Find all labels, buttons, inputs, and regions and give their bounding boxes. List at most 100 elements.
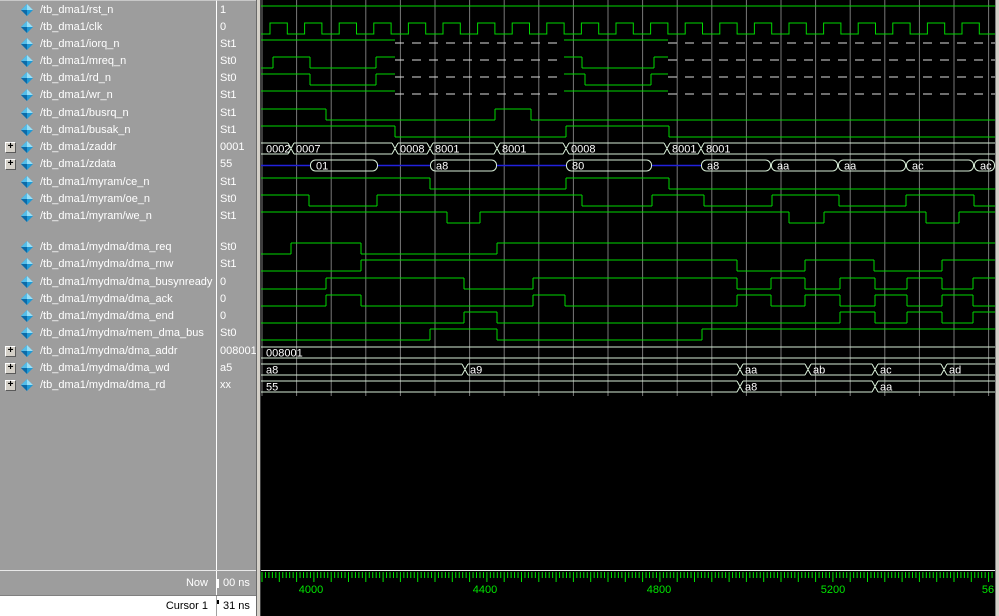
signal-value: St1 <box>220 122 237 139</box>
signal-row-dma_end[interactable]: /tb_dma1/mydma/dma_end <box>0 308 216 325</box>
signal-diamond-icon <box>21 293 33 305</box>
svg-text:aa: aa <box>844 161 857 173</box>
svg-text:01: 01 <box>316 161 328 173</box>
signal-name: /tb_dma1/myram/oe_n <box>40 191 150 208</box>
expand-button[interactable]: + <box>5 363 16 374</box>
signal-value: St1 <box>220 36 237 53</box>
signal-row-iorq_n[interactable]: /tb_dma1/iorq_n <box>0 36 216 53</box>
signal-diamond-icon <box>21 379 33 391</box>
signal-diamond-icon <box>21 210 33 222</box>
signal-row-rd_n[interactable]: /tb_dma1/rd_n <box>0 70 216 87</box>
signal-diamond-icon <box>21 258 33 270</box>
signal-diamond-icon <box>21 89 33 101</box>
signal-row-wr_n[interactable]: /tb_dma1/wr_n <box>0 87 216 104</box>
signal-value: St0 <box>220 239 237 256</box>
signal-value: 0001 <box>220 139 244 156</box>
signal-name: /tb_dma1/mreq_n <box>40 53 126 70</box>
timeline-label: 4400 <box>473 584 497 595</box>
signal-diamond-icon <box>21 241 33 253</box>
signal-value: 008001 <box>220 343 257 360</box>
svg-text:ac: ac <box>980 161 992 173</box>
expand-button[interactable]: + <box>5 380 16 391</box>
signal-value: St0 <box>220 53 237 70</box>
signal-name: /tb_dma1/mydma/dma_req <box>40 239 171 256</box>
signal-row-dma_rnw[interactable]: /tb_dma1/mydma/dma_rnw <box>0 256 216 273</box>
signal-row-clk[interactable]: /tb_dma1/clk <box>0 19 216 36</box>
signal-value: St0 <box>220 191 237 208</box>
signal-name: /tb_dma1/busrq_n <box>40 105 129 122</box>
signal-values-panel: 10St1St0St0St1St1St1000155St1St0St1St0St… <box>216 0 256 570</box>
signal-name: /tb_dma1/iorq_n <box>40 36 120 53</box>
signal-value: St1 <box>220 87 237 104</box>
signal-name: /tb_dma1/clk <box>40 19 102 36</box>
signal-name: /tb_dma1/mydma/dma_end <box>40 308 174 325</box>
expand-button[interactable]: + <box>5 142 16 153</box>
wave-dma_rd: 55a8aa <box>261 381 995 394</box>
signal-diamond-icon <box>21 176 33 188</box>
timeline-ruler[interactable]: 400044004800520056 <box>261 570 995 595</box>
signal-row-dma_rd[interactable]: + /tb_dma1/mydma/dma_rd <box>0 377 216 394</box>
signal-row-dma_wd[interactable]: + /tb_dma1/mydma/dma_wd <box>0 360 216 377</box>
signal-name: /tb_dma1/zdata <box>40 156 116 173</box>
signal-value: a5 <box>220 360 232 377</box>
signal-value: St1 <box>220 105 237 122</box>
signal-name: /tb_dma1/myram/we_n <box>40 208 152 225</box>
signal-name: /tb_dma1/mydma/dma_rd <box>40 377 165 394</box>
signal-diamond-icon <box>21 124 33 136</box>
signal-row-zaddr[interactable]: +/tb_dma1/zaddr <box>0 139 216 156</box>
signal-names-panel[interactable]: /tb_dma1/rst_n/tb_dma1/clk/tb_dma1/iorq_… <box>0 0 216 570</box>
timeline-label: 4800 <box>647 584 671 595</box>
cursor-track[interactable] <box>261 595 995 616</box>
signal-value: St1 <box>220 256 237 273</box>
signal-value: 0 <box>220 308 226 325</box>
signal-row-zdata[interactable]: + /tb_dma1/zdata <box>0 156 216 173</box>
signal-value: St1 <box>220 174 237 191</box>
signal-value: 1 <box>220 2 226 19</box>
signal-row-dma_ack[interactable]: /tb_dma1/mydma/dma_ack <box>0 291 216 308</box>
signal-row-busak_n[interactable]: /tb_dma1/busak_n <box>0 122 216 139</box>
now-value: 00 ns <box>216 571 256 596</box>
signal-row-dma_addr[interactable]: + /tb_dma1/mydma/dma_addr <box>0 343 216 360</box>
signal-row-mem_dma_bus[interactable]: /tb_dma1/mydma/mem_dma_bus <box>0 325 216 342</box>
signal-value: St0 <box>220 325 237 342</box>
signal-row-oe_n[interactable]: /tb_dma1/myram/oe_n <box>0 191 216 208</box>
signal-row-dma_busynready[interactable]: /tb_dma1/mydma/dma_busynready <box>0 274 216 291</box>
window-right-edge <box>995 0 999 616</box>
signal-diamond-icon <box>21 4 33 16</box>
signal-name: /tb_dma1/mydma/mem_dma_bus <box>40 325 204 342</box>
signal-name: /tb_dma1/rd_n <box>40 70 111 87</box>
svg-text:a8: a8 <box>707 161 719 173</box>
signal-value: 0 <box>220 274 226 291</box>
signal-diamond-icon <box>21 345 33 357</box>
signal-name: /tb_dma1/mydma/dma_wd <box>40 360 170 377</box>
signal-value: 55 <box>220 156 232 173</box>
signal-row-rst_n[interactable]: /tb_dma1/rst_n <box>0 2 216 19</box>
signal-row-mreq_n[interactable]: /tb_dma1/mreq_n <box>0 53 216 70</box>
timeline-label: 4000 <box>299 584 323 595</box>
expand-button[interactable]: + <box>5 346 16 357</box>
signal-name: /tb_dma1/myram/ce_n <box>40 174 149 191</box>
cursor-row[interactable]: Cursor 1 31 ns <box>0 595 256 616</box>
signal-row-busrq_n[interactable]: /tb_dma1/busrq_n <box>0 105 216 122</box>
signal-row-we_n[interactable]: /tb_dma1/myram/we_n <box>0 208 216 225</box>
signal-value: 0 <box>220 19 226 36</box>
signal-name: /tb_dma1/mydma/dma_addr <box>40 343 178 360</box>
svg-text:80: 80 <box>572 161 584 173</box>
waveform-canvas[interactable]: 0002000700088001800100088001800101a880a8… <box>261 0 995 570</box>
signal-diamond-icon <box>21 193 33 205</box>
signal-row-ce_n[interactable]: /tb_dma1/myram/ce_n <box>0 174 216 191</box>
wave-window: /tb_dma1/rst_n/tb_dma1/clk/tb_dma1/iorq_… <box>0 0 999 616</box>
timeline-label: 56 <box>982 584 994 595</box>
signal-diamond-icon <box>21 21 33 33</box>
signal-value: xx <box>220 377 231 394</box>
waveform-svg[interactable]: 0002000700088001800100088001800101a880a8… <box>261 0 995 570</box>
signal-diamond-icon <box>21 310 33 322</box>
signal-name: /tb_dma1/rst_n <box>40 2 113 19</box>
signal-name: /tb_dma1/wr_n <box>40 87 113 104</box>
expand-button[interactable]: + <box>5 159 16 170</box>
now-label: Now <box>38 571 212 596</box>
signal-row-dma_req[interactable]: /tb_dma1/mydma/dma_req <box>0 239 216 256</box>
signal-value: St0 <box>220 70 237 87</box>
svg-text:aa: aa <box>777 161 790 173</box>
signal-name: /tb_dma1/busak_n <box>40 122 131 139</box>
